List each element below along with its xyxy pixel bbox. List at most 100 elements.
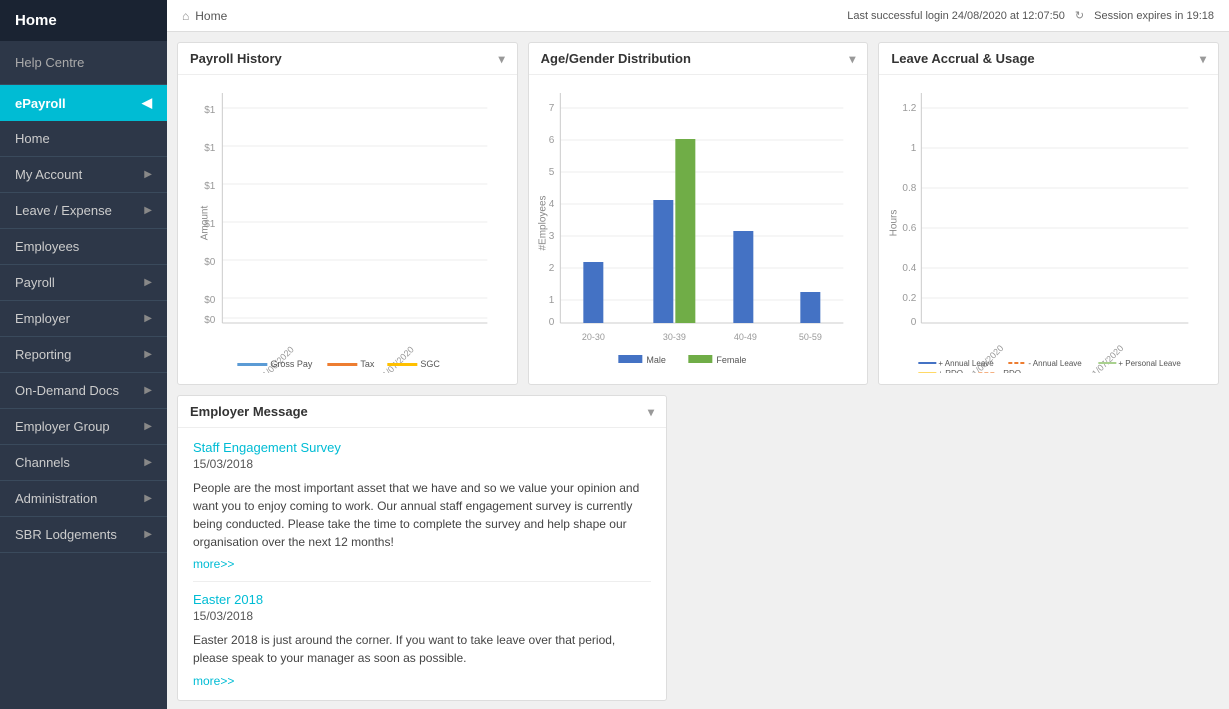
sidebar-item-on-demand-docs[interactable]: On-Demand Docs ▶ — [0, 373, 167, 409]
svg-text:0: 0 — [548, 317, 554, 328]
svg-text:$0: $0 — [204, 257, 216, 268]
svg-text:40-49: 40-49 — [733, 332, 756, 342]
svg-text:1: 1 — [548, 295, 554, 306]
svg-text:+ Personal Leave: + Personal Leave — [1119, 359, 1182, 368]
message-1-date: 15/03/2018 — [193, 457, 651, 471]
topbar-right: Last successful login 24/08/2020 at 12:0… — [847, 9, 1214, 22]
svg-text:30-39: 30-39 — [662, 332, 685, 342]
sidebar-epayroll[interactable]: ePayroll ◀ — [0, 85, 167, 121]
employer-message-collapse-btn[interactable]: ▾ — [648, 405, 654, 419]
chevron-right-icon: ▶ — [144, 349, 152, 360]
svg-text:1.2: 1.2 — [903, 103, 917, 114]
svg-text:Tax: Tax — [360, 359, 375, 369]
age-gender-body: 7 6 5 4 3 2 1 0 #Employees — [529, 75, 868, 384]
svg-text:2: 2 — [548, 263, 554, 274]
chevron-right-icon: ▶ — [144, 421, 152, 432]
leave-accrual-collapse-btn[interactable]: ▾ — [1200, 52, 1206, 66]
message-row: Employer Message ▾ Staff Engagement Surv… — [177, 395, 1219, 701]
svg-text:4: 4 — [548, 199, 554, 210]
svg-text:0.4: 0.4 — [903, 263, 917, 274]
svg-text:01/07/2020: 01/07/2020 — [377, 344, 416, 373]
age-gender-chart: 7 6 5 4 3 2 1 0 #Employees — [537, 83, 860, 373]
message-1-more[interactable]: more>> — [193, 557, 651, 571]
payroll-history-header: Payroll History ▾ — [178, 43, 517, 75]
message-2-more[interactable]: more>> — [193, 674, 234, 688]
svg-text:0: 0 — [911, 317, 917, 328]
svg-text:7: 7 — [548, 103, 554, 114]
sidebar-item-reporting[interactable]: Reporting ▶ — [0, 337, 167, 373]
svg-text:6: 6 — [548, 135, 554, 146]
leave-accrual-header: Leave Accrual & Usage ▾ — [879, 43, 1218, 75]
sidebar-help-centre[interactable]: Help Centre — [0, 41, 167, 85]
chevron-right-icon: ▶ — [144, 385, 152, 396]
sidebar-item-employees[interactable]: Employees — [0, 229, 167, 265]
message-1-title[interactable]: Staff Engagement Survey — [193, 440, 651, 455]
svg-text:50-59: 50-59 — [798, 332, 821, 342]
employer-message-body: Staff Engagement Survey 15/03/2018 Peopl… — [178, 428, 666, 700]
svg-text:Gross Pay: Gross Pay — [270, 359, 313, 369]
sidebar-epayroll-chevron: ◀ — [142, 95, 152, 111]
svg-text:$1: $1 — [204, 181, 216, 192]
leave-accrual-chart: 1.2 1 0.8 0.6 0.4 0.2 0 Hours — [887, 83, 1210, 373]
payroll-history-chart: $1 $1 $1 $1 $0 $0 $0 Amount — [186, 83, 509, 373]
employer-message-card: Employer Message ▾ Staff Engagement Surv… — [177, 395, 667, 701]
chevron-right-icon: ▶ — [144, 277, 152, 288]
message-2-title[interactable]: Easter 2018 — [193, 592, 651, 607]
breadcrumb-home[interactable]: Home — [195, 9, 227, 23]
svg-text:0.6: 0.6 — [903, 223, 917, 234]
session-icon: ↻ — [1075, 9, 1084, 22]
chevron-right-icon: ▶ — [144, 493, 152, 504]
svg-text:Hours: Hours — [889, 210, 900, 237]
sidebar-item-employer-group[interactable]: Employer Group ▶ — [0, 409, 167, 445]
svg-text:$0: $0 — [204, 315, 216, 326]
svg-text:$0: $0 — [204, 295, 216, 306]
svg-text:01/07/2020: 01/07/2020 — [1087, 343, 1126, 373]
sidebar-item-channels[interactable]: Channels ▶ — [0, 445, 167, 481]
payroll-history-collapse-btn[interactable]: ▾ — [499, 52, 505, 66]
payroll-history-body: $1 $1 $1 $1 $0 $0 $0 Amount — [178, 75, 517, 384]
svg-text:$1: $1 — [204, 105, 216, 116]
svg-text:20-30: 20-30 — [581, 332, 604, 342]
age-gender-collapse-btn[interactable]: ▾ — [849, 52, 855, 66]
svg-text:SGC: SGC — [420, 359, 440, 369]
svg-text:#Employees: #Employees — [537, 195, 548, 250]
sidebar-item-payroll[interactable]: Payroll ▶ — [0, 265, 167, 301]
login-info: Last successful login 24/08/2020 at 12:0… — [847, 10, 1065, 22]
age-gender-header: Age/Gender Distribution ▾ — [529, 43, 868, 75]
chevron-right-icon: ▶ — [144, 313, 152, 324]
sidebar-item-sbr-lodgements[interactable]: SBR Lodgements ▶ — [0, 517, 167, 553]
sidebar-item-my-account[interactable]: My Account ▶ — [0, 157, 167, 193]
message-2-text: Easter 2018 is just around the corner. I… — [193, 631, 651, 667]
sidebar-epayroll-label: ePayroll — [15, 96, 66, 111]
sidebar-app-title: Home — [0, 0, 167, 41]
svg-text:Amount: Amount — [199, 206, 210, 241]
svg-text:3: 3 — [548, 231, 554, 242]
leave-accrual-title: Leave Accrual & Usage — [891, 51, 1034, 66]
svg-text:- Annual Leave: - Annual Leave — [1029, 359, 1083, 368]
main-area: ⌂ Home Last successful login 24/08/2020 … — [167, 0, 1229, 709]
svg-text:$1: $1 — [204, 143, 216, 154]
sidebar-item-home[interactable]: Home — [0, 121, 167, 157]
svg-text:Female: Female — [716, 355, 746, 365]
sidebar-item-leave-expense[interactable]: Leave / Expense ▶ — [0, 193, 167, 229]
payroll-history-card: Payroll History ▾ $1 $1 $1 $1 $0 $0 $0 — [177, 42, 518, 385]
message-2-date: 15/03/2018 — [193, 609, 651, 623]
topbar: ⌂ Home Last successful login 24/08/2020 … — [167, 0, 1229, 32]
sidebar: Home Help Centre ePayroll ◀ Home My Acco… — [0, 0, 167, 709]
message-1-text: People are the most important asset that… — [193, 479, 651, 551]
svg-text:0.8: 0.8 — [903, 183, 917, 194]
sidebar-item-administration[interactable]: Administration ▶ — [0, 481, 167, 517]
age-gender-title: Age/Gender Distribution — [541, 51, 691, 66]
svg-text:- RDO: - RDO — [999, 369, 1022, 373]
content-area: Payroll History ▾ $1 $1 $1 $1 $0 $0 $0 — [167, 32, 1229, 709]
svg-text:+ Annual Leave: + Annual Leave — [939, 359, 995, 368]
svg-text:Male: Male — [646, 355, 666, 365]
chevron-right-icon: ▶ — [144, 529, 152, 540]
svg-text:1: 1 — [911, 143, 917, 154]
chevron-right-icon: ▶ — [144, 457, 152, 468]
session-info: Session expires in 19:18 — [1094, 10, 1214, 22]
sidebar-item-employer[interactable]: Employer ▶ — [0, 301, 167, 337]
topbar-breadcrumb: ⌂ Home — [182, 9, 227, 23]
home-icon: ⌂ — [182, 9, 189, 23]
chevron-right-icon: ▶ — [144, 169, 152, 180]
